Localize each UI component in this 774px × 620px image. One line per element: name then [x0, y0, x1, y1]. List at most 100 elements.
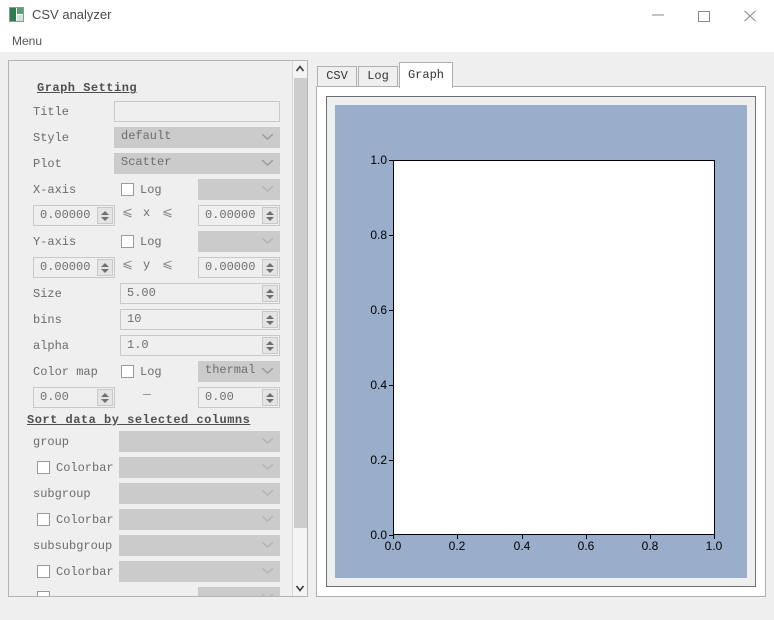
- subsubgroup-colorbar-combobox[interactable]: [119, 561, 280, 582]
- bins-value: 10: [127, 312, 142, 326]
- xtick-label: 0.0: [384, 539, 402, 553]
- ytick-label: 0.8: [370, 228, 387, 242]
- bins-stepper[interactable]: [262, 311, 278, 328]
- y-max-operator: ⩽: [162, 257, 173, 272]
- figure-background: 0.0 0.2 0.4 0.6 0.8 1.0 0.0 0.2 0.4 0.6 …: [335, 105, 747, 578]
- plot-combobox[interactable]: Scatter: [114, 153, 280, 174]
- chevron-down-icon: [262, 238, 273, 244]
- tab-csv[interactable]: CSV: [317, 66, 357, 86]
- chevron-down-icon: [262, 542, 273, 548]
- bins-spinbox[interactable]: 10: [120, 309, 280, 330]
- scrollbar-thumb[interactable]: [294, 78, 307, 528]
- cmap-max-stepper[interactable]: [262, 389, 278, 406]
- subgroup-colorbar-checkbox[interactable]: [37, 513, 50, 526]
- subgroup-combobox[interactable]: [119, 483, 280, 504]
- x-max-stepper[interactable]: [262, 207, 278, 224]
- x-min-stepper[interactable]: [97, 207, 113, 224]
- chevron-down-icon: [262, 490, 273, 496]
- label-x-axis: X-axis: [33, 183, 77, 197]
- xtick-label: 0.8: [641, 539, 659, 553]
- matplotlib-canvas[interactable]: 0.0 0.2 0.4 0.6 0.8 1.0 0.0 0.2 0.4 0.6 …: [326, 96, 756, 587]
- xtick-label: 0.2: [448, 539, 466, 553]
- size-spinbox[interactable]: 5.00: [120, 283, 280, 304]
- maximize-button[interactable]: [682, 0, 728, 30]
- cmap-min-spinbox[interactable]: 0.00: [33, 387, 115, 408]
- x-log-checkbox[interactable]: [121, 183, 134, 196]
- cmap-max-value: 0.00: [205, 390, 234, 404]
- sort-data-heading: Sort data by selected columns: [27, 413, 251, 427]
- colormap-combobox-value: thermal: [205, 363, 256, 377]
- settings-scroll-area: Graph Setting Title Style default Plot S…: [9, 61, 292, 596]
- size-value: 5.00: [127, 286, 156, 300]
- legend-checkbox[interactable]: [37, 591, 50, 596]
- menu-bar: Menu: [0, 30, 774, 52]
- x-max-value: 0.00000: [205, 208, 256, 222]
- subsubgroup-combobox[interactable]: [119, 535, 280, 556]
- scroll-up-button[interactable]: [293, 61, 307, 77]
- size-stepper[interactable]: [262, 285, 278, 302]
- close-button[interactable]: [728, 0, 774, 30]
- cmap-range-separator: —: [143, 387, 151, 402]
- y-max-stepper[interactable]: [262, 259, 278, 276]
- label-y-log: Log: [140, 235, 162, 249]
- ytick-label: 1.0: [370, 153, 387, 167]
- colormap-combobox[interactable]: thermal: [198, 361, 280, 382]
- label-subgroup-colorbar: Colorbar: [56, 513, 114, 527]
- title-bar: CSV analyzer: [0, 0, 774, 30]
- legend-position-combobox[interactable]: [198, 587, 280, 596]
- menu-item-menu[interactable]: Menu: [8, 32, 46, 50]
- alpha-stepper[interactable]: [262, 337, 278, 354]
- y-column-combobox[interactable]: [198, 231, 280, 252]
- chevron-down-icon: [262, 464, 273, 470]
- main-content: Graph Setting Title Style default Plot S…: [0, 52, 774, 620]
- x-max-spinbox[interactable]: 0.00000: [198, 205, 280, 226]
- subgroup-colorbar-combobox[interactable]: [119, 509, 280, 530]
- style-combobox-value: default: [121, 129, 172, 143]
- group-colorbar-combobox[interactable]: [119, 457, 280, 478]
- label-color-map: Color map: [33, 365, 98, 379]
- alpha-spinbox[interactable]: 1.0: [120, 335, 280, 356]
- subsubgroup-colorbar-checkbox[interactable]: [37, 565, 50, 578]
- y-min-spinbox[interactable]: 0.00000: [33, 257, 115, 278]
- tab-log[interactable]: Log: [358, 66, 398, 86]
- cmap-log-checkbox[interactable]: [121, 365, 134, 378]
- label-y-axis: Y-axis: [33, 235, 77, 249]
- plot-combobox-value: Scatter: [121, 155, 172, 169]
- group-combobox[interactable]: [119, 431, 280, 452]
- cmap-min-value: 0.00: [40, 390, 69, 404]
- cmap-min-stepper[interactable]: [97, 389, 113, 406]
- settings-vertical-scrollbar[interactable]: [292, 61, 307, 596]
- y-log-checkbox[interactable]: [121, 235, 134, 248]
- chevron-up-icon: [295, 65, 305, 72]
- minimize-button[interactable]: [636, 0, 682, 30]
- label-bins: bins: [33, 313, 62, 327]
- chevron-down-icon: [262, 186, 273, 192]
- chevron-down-icon: [262, 134, 273, 140]
- y-min-stepper[interactable]: [97, 259, 113, 276]
- tab-widget: CSV Log Graph 0.0 0.2 0.4 0.6 0.8 1.0 0.…: [316, 60, 766, 597]
- chevron-down-icon: [262, 368, 273, 374]
- style-combobox[interactable]: default: [114, 127, 280, 148]
- minimize-icon: [652, 14, 664, 16]
- settings-panel: Graph Setting Title Style default Plot S…: [8, 60, 308, 597]
- label-subsubgroup-colorbar: Colorbar: [56, 565, 114, 579]
- graph-setting-heading: Graph Setting: [37, 81, 138, 95]
- chevron-down-icon: [262, 516, 273, 522]
- scroll-down-button[interactable]: [293, 580, 307, 596]
- chevron-down-icon: [262, 438, 273, 444]
- group-colorbar-checkbox[interactable]: [37, 461, 50, 474]
- ytick-label: 0.6: [370, 303, 387, 317]
- cmap-max-spinbox[interactable]: 0.00: [198, 387, 280, 408]
- x-column-combobox[interactable]: [198, 179, 280, 200]
- label-style: Style: [33, 131, 70, 145]
- title-input[interactable]: [114, 101, 280, 122]
- y-max-spinbox[interactable]: 0.00000: [198, 257, 280, 278]
- tab-graph[interactable]: Graph: [399, 62, 453, 88]
- y-max-value: 0.00000: [205, 260, 256, 274]
- plot-axes[interactable]: [393, 160, 715, 535]
- label-group: group: [33, 435, 70, 449]
- label-x-var: x: [143, 206, 151, 220]
- label-size: Size: [33, 287, 62, 301]
- x-min-spinbox[interactable]: 0.00000: [33, 205, 115, 226]
- label-subgroup: subgroup: [33, 487, 91, 501]
